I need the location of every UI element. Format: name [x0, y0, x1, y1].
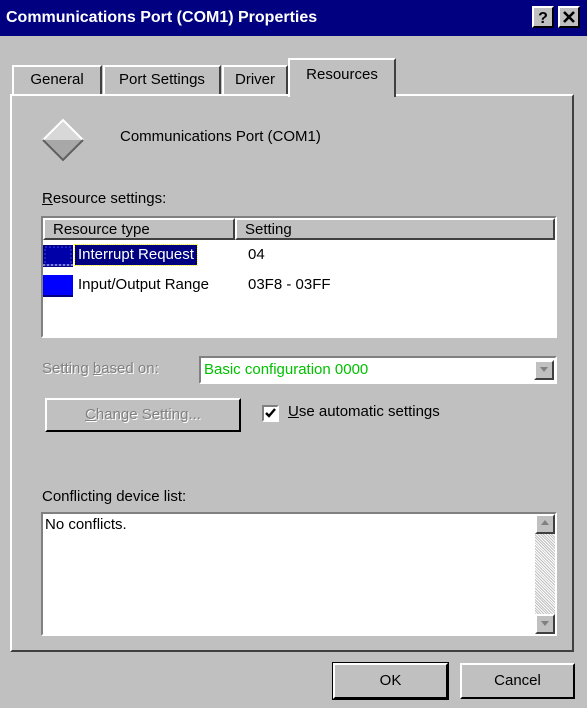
tab-driver[interactable]: Driver	[222, 65, 288, 94]
resource-settings-list[interactable]: Resource type Setting Interrupt Request …	[41, 216, 557, 338]
cancel-button[interactable]: Cancel	[460, 663, 575, 699]
tab-port-settings[interactable]: Port Settings	[103, 65, 221, 94]
use-automatic-label: Use automatic settings	[288, 403, 440, 420]
table-row[interactable]: Interrupt Request 04	[43, 242, 555, 270]
scroll-down-button[interactable]	[535, 614, 555, 634]
change-setting-label: Change Setting...	[85, 406, 201, 423]
properties-dialog: Communications Port (COM1) Properties ? …	[0, 0, 587, 708]
resource-settings-label: Resource settings:	[42, 190, 167, 207]
tab-resources[interactable]: Resources	[288, 58, 396, 97]
ok-button[interactable]: OK	[332, 662, 449, 700]
resources-panel: Communications Port (COM1) Resource sett…	[10, 94, 574, 652]
title-bar[interactable]: Communications Port (COM1) Properties ?	[0, 0, 587, 36]
column-header-resource-type[interactable]: Resource type	[43, 218, 235, 240]
column-header-setting[interactable]: Setting	[235, 218, 555, 240]
device-name: Communications Port (COM1)	[120, 128, 321, 145]
ok-label: OK	[379, 672, 402, 689]
chevron-down-icon	[540, 367, 548, 372]
setting-cell: 04	[248, 246, 265, 263]
chevron-down-icon	[541, 621, 549, 626]
conflicts-text: No conflicts.	[45, 516, 127, 533]
close-button[interactable]	[558, 6, 580, 28]
change-setting-button[interactable]: Change Setting...	[45, 398, 241, 432]
scroll-up-button[interactable]	[535, 514, 555, 534]
setting-cell: 03F8 - 03FF	[248, 276, 331, 293]
tab-general-label: General	[30, 71, 84, 88]
vertical-scrollbar[interactable]	[535, 514, 555, 634]
cancel-label: Cancel	[494, 672, 541, 689]
window-title: Communications Port (COM1) Properties	[6, 9, 318, 26]
dropdown-button[interactable]	[534, 360, 554, 380]
port-diamond-icon	[42, 118, 84, 162]
table-row[interactable]: Input/Output Range 03F8 - 03FF	[43, 272, 555, 300]
tab-resources-label: Resources	[306, 66, 378, 83]
tab-general[interactable]: General	[12, 65, 102, 94]
setting-based-on-label: Setting based on:	[42, 360, 159, 377]
conflicting-device-list[interactable]: No conflicts.	[41, 512, 557, 636]
setting-based-on-select[interactable]: Basic configuration 0000	[199, 356, 557, 384]
use-automatic-checkbox[interactable]	[262, 405, 279, 422]
resource-chip-icon	[43, 245, 73, 267]
resource-type-cell: Interrupt Request	[74, 244, 198, 266]
help-button[interactable]: ?	[532, 6, 554, 28]
conflicting-device-list-label: Conflicting device list:	[42, 488, 187, 505]
close-icon	[563, 11, 575, 23]
setting-based-on-value: Basic configuration 0000	[204, 361, 369, 378]
chevron-up-icon	[541, 520, 549, 525]
resource-chip-icon	[43, 275, 73, 297]
tab-port-settings-label: Port Settings	[119, 71, 205, 88]
resource-type-cell: Input/Output Range	[78, 276, 209, 293]
checkmark-icon	[265, 408, 276, 418]
tab-driver-label: Driver	[235, 71, 275, 88]
